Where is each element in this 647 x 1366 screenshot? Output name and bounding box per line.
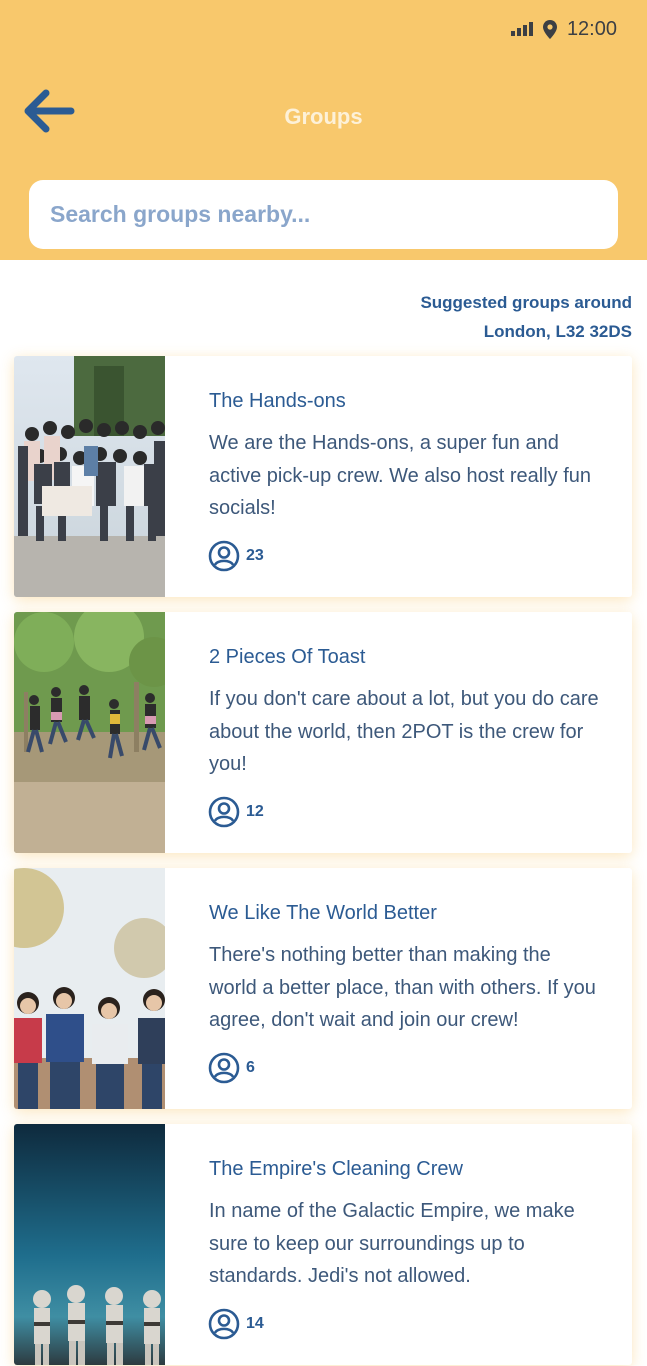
header: 12:00 Groups	[0, 0, 647, 260]
jumping-photo	[14, 612, 165, 853]
search-input[interactable]	[48, 200, 618, 229]
group-title: The Hands-ons	[209, 390, 346, 412]
page-title: Groups	[284, 104, 363, 129]
search-box[interactable]	[29, 180, 618, 249]
status-time: 12:00	[566, 17, 617, 40]
suggested-label: Suggested groups around	[420, 293, 632, 312]
group-card[interactable]: 2 Pieces Of Toast If you don't care abou…	[14, 612, 632, 853]
member-count-value: 6	[246, 1059, 255, 1076]
group-card[interactable]: The Empire's Cleaning Crew In name of th…	[14, 1124, 632, 1365]
group-title: 2 Pieces Of Toast	[209, 646, 366, 668]
member-count-value: 14	[246, 1315, 264, 1332]
group-description: If you don't care about a lot, but you d…	[209, 688, 599, 775]
group-description: There's nothing better than making the w…	[209, 944, 596, 1031]
groups-screen: 12:00 Groups Suggested groups around Lon…	[0, 0, 647, 1366]
group-title: We Like The World Better	[209, 902, 437, 924]
user-icon	[208, 796, 240, 828]
member-count-value: 23	[246, 547, 264, 564]
group-card[interactable]: We Like The World Better There's nothing…	[14, 868, 632, 1109]
group-title: The Empire's Cleaning Crew	[209, 1158, 463, 1180]
suggested-location-text: London, L32 32DS	[483, 322, 632, 341]
member-count: 12	[208, 796, 264, 828]
group-description: We are the Hands-ons, a super fun and ac…	[209, 432, 592, 519]
suggested-location: Suggested groups around London, L32 32DS	[420, 288, 632, 346]
member-count: 23	[208, 540, 264, 572]
location-pin-icon	[542, 19, 557, 39]
member-count: 6	[208, 1052, 255, 1084]
user-icon	[208, 1308, 240, 1340]
group-card[interactable]: The Hands-ons We are the Hands-ons, a su…	[14, 356, 632, 597]
friends-photo	[14, 868, 165, 1109]
stormtroopers-photo	[14, 1124, 165, 1365]
user-icon	[208, 1052, 240, 1084]
user-icon	[208, 540, 240, 572]
status-bar: 12:00	[510, 14, 617, 44]
signal-icon	[510, 22, 533, 36]
group-description: In name of the Galactic Empire, we make …	[209, 1200, 575, 1287]
group-photo	[14, 356, 165, 597]
member-count: 14	[208, 1308, 264, 1340]
member-count-value: 12	[246, 803, 264, 820]
